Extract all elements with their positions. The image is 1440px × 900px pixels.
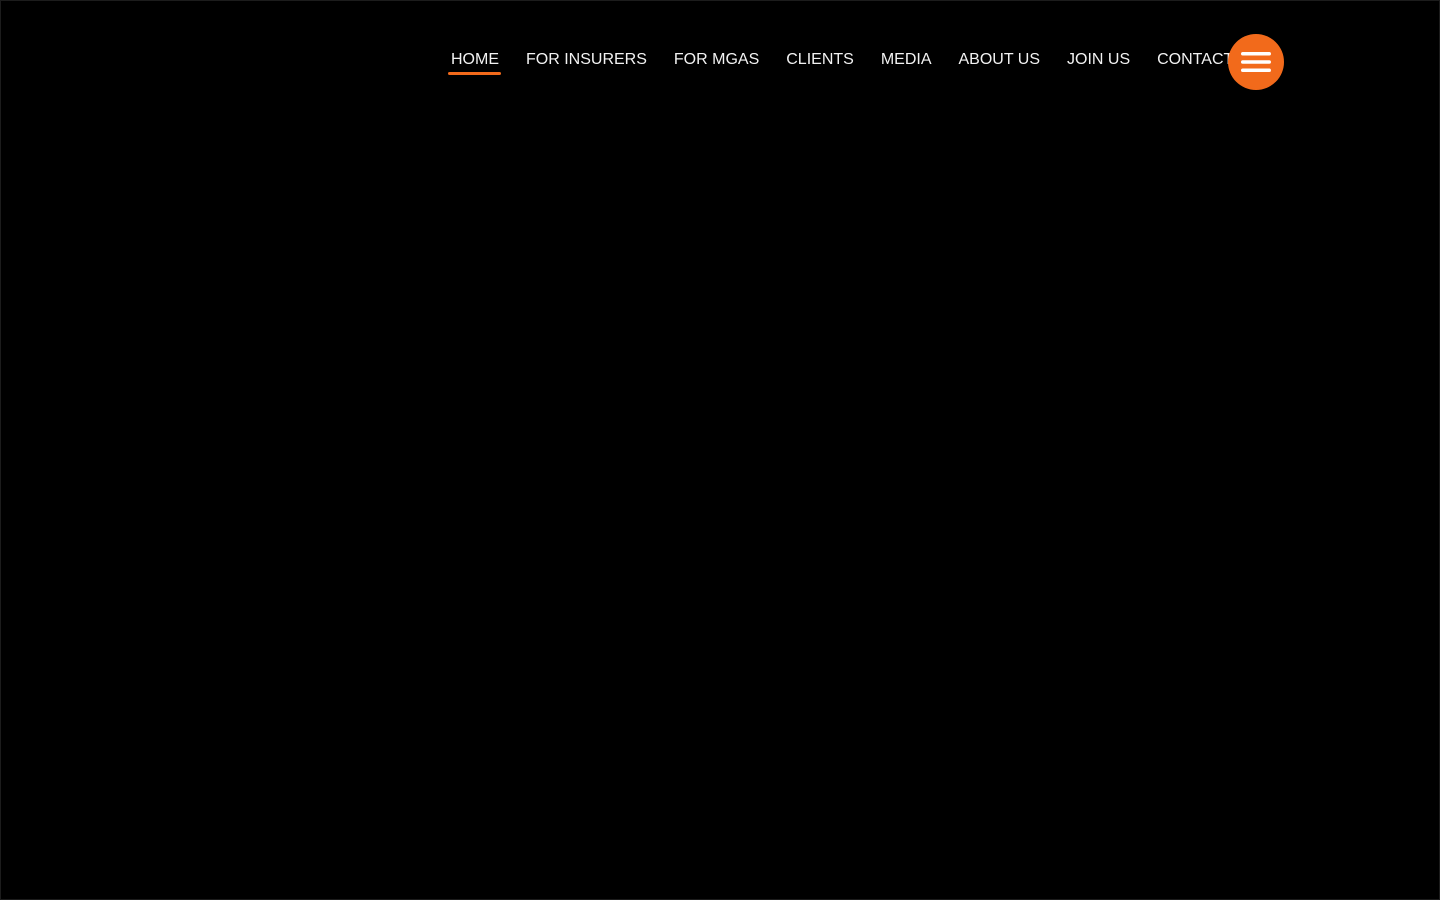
nav-item-join-us[interactable]: JOIN US [1053,50,1143,70]
nav-item-clients[interactable]: CLIENTS [772,50,867,70]
main-navigation: HOME FOR INSURERS FOR MGAS CLIENTS MEDIA… [1,1,1439,121]
nav-list: HOME FOR INSURERS FOR MGAS CLIENTS MEDIA… [437,50,1246,75]
nav-item-for-insurers[interactable]: FOR INSURERS [512,50,660,70]
menu-button[interactable] [1228,34,1284,90]
nav-item-about-us[interactable]: ABOUT US [945,50,1054,70]
nav-item-for-mgas[interactable]: FOR MGAS [660,50,772,70]
nav-item-home[interactable]: HOME [437,50,512,75]
page: HOME FOR INSURERS FOR MGAS CLIENTS MEDIA… [0,0,1440,900]
hamburger-menu-icon [1241,50,1271,74]
nav-item-media[interactable]: MEDIA [867,50,945,70]
